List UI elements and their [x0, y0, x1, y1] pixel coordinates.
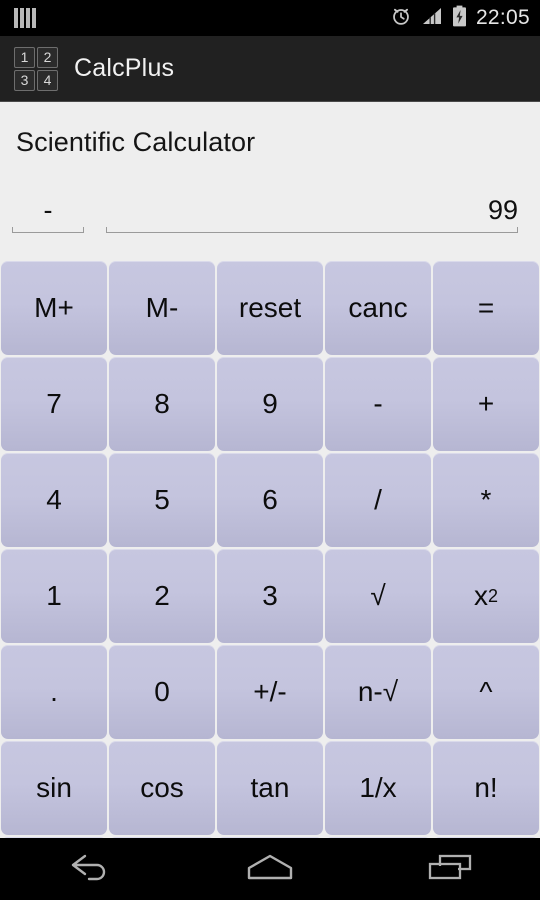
- bars-icon: [14, 8, 36, 28]
- key-5[interactable]: 5: [109, 453, 215, 547]
- key-nth-root[interactable]: n-√: [325, 645, 431, 739]
- key-memory-add[interactable]: M+: [1, 261, 107, 355]
- back-arrow-icon: [67, 852, 113, 887]
- key-9[interactable]: 9: [217, 357, 323, 451]
- operator-field[interactable]: -: [12, 195, 84, 234]
- key-square[interactable]: x2: [433, 549, 539, 643]
- key-minus[interactable]: -: [325, 357, 431, 451]
- operator-value: -: [43, 195, 53, 225]
- key-sin[interactable]: sin: [1, 741, 107, 835]
- status-bar-right: 22:05: [390, 5, 530, 32]
- result-value: 99: [487, 195, 518, 225]
- key-0[interactable]: 0: [109, 645, 215, 739]
- display-row: - 99: [0, 195, 540, 234]
- key-cancel[interactable]: canc: [325, 261, 431, 355]
- key-7[interactable]: 7: [1, 357, 107, 451]
- recent-apps-icon: [424, 851, 476, 888]
- key-sign-toggle[interactable]: +/-: [217, 645, 323, 739]
- icon-digit-4: 4: [37, 69, 58, 91]
- key-plus[interactable]: +: [433, 357, 539, 451]
- key-4[interactable]: 4: [1, 453, 107, 547]
- key-tan[interactable]: tan: [217, 741, 323, 835]
- key-2[interactable]: 2: [109, 549, 215, 643]
- status-bar-clock: 22:05: [475, 6, 530, 29]
- result-field[interactable]: 99: [106, 195, 518, 234]
- key-reset[interactable]: reset: [217, 261, 323, 355]
- key-reciprocal[interactable]: 1/x: [325, 741, 431, 835]
- key-8[interactable]: 8: [109, 357, 215, 451]
- alarm-clock-icon: [390, 5, 412, 32]
- key-memory-subtract[interactable]: M-: [109, 261, 215, 355]
- key-square-root[interactable]: √: [325, 549, 431, 643]
- status-bar: 22:05: [0, 0, 540, 36]
- phone-screen: 22:05 1 2 3 4 CalcPlus Scientific Calcul…: [0, 0, 540, 900]
- key-factorial[interactable]: n!: [433, 741, 539, 835]
- status-bar-left: [14, 8, 36, 28]
- action-bar: 1 2 3 4 CalcPlus: [0, 36, 540, 102]
- key-6[interactable]: 6: [217, 453, 323, 547]
- back-button[interactable]: [35, 838, 145, 900]
- signal-bars-icon: [421, 6, 443, 31]
- calculator-keypad: M+ M-reset canc = 7 8 9- +4 5 6/* 1 2 3 √ x 2. 0 +/- n-√ ^ s…: [0, 261, 540, 900]
- key-multiply[interactable]: *: [433, 453, 539, 547]
- page-title: Scientific Calculator: [16, 127, 256, 157]
- home-icon: [241, 851, 299, 888]
- calcplus-grid-icon: 1 2 3 4: [14, 46, 58, 91]
- key-power[interactable]: ^: [433, 645, 539, 739]
- recent-apps-button[interactable]: [395, 838, 505, 900]
- home-button[interactable]: [215, 838, 325, 900]
- app-content: Scientific Calculator - 99 M+ M-reset canc…: [0, 103, 540, 900]
- icon-digit-2: 2: [37, 46, 58, 68]
- key-equals[interactable]: =: [433, 261, 539, 355]
- system-navigation-bar: [0, 838, 540, 900]
- key-1[interactable]: 1: [1, 549, 107, 643]
- app-title: CalcPlus: [74, 54, 175, 82]
- key-decimal-point[interactable]: .: [1, 645, 107, 739]
- icon-digit-1: 1: [14, 46, 35, 68]
- key-cos[interactable]: cos: [109, 741, 215, 835]
- key-divide[interactable]: /: [325, 453, 431, 547]
- key-3[interactable]: 3: [217, 549, 323, 643]
- battery-charging-icon: [452, 5, 467, 32]
- icon-digit-3: 3: [14, 69, 35, 91]
